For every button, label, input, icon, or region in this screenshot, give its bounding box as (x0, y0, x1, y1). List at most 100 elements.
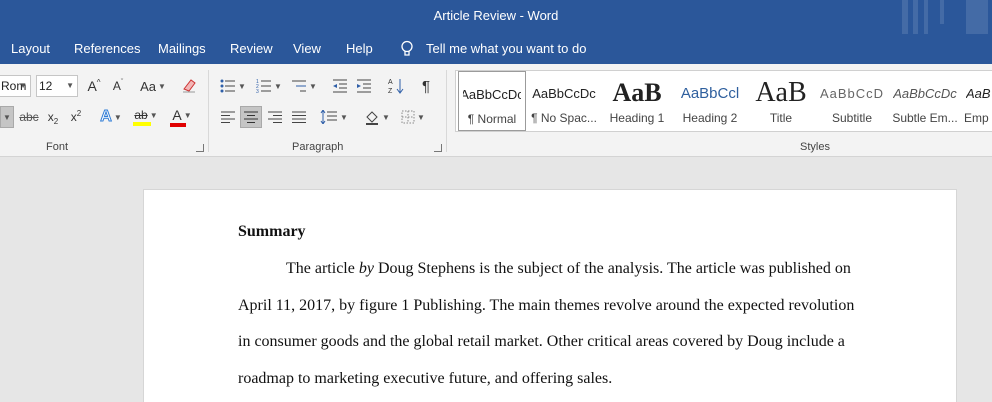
text-effects-icon: A (100, 108, 113, 126)
group-separator (208, 70, 209, 152)
paragraph-line-1: The article by Doug Stephens is the subj… (286, 260, 851, 278)
tab-view[interactable]: View (293, 41, 321, 56)
grow-font-icon: A (87, 78, 97, 94)
style-heading-1[interactable]: AaB Heading 1 (601, 71, 673, 131)
increase-indent-icon (357, 79, 371, 93)
style-name: Subtle Em... (892, 111, 958, 125)
style-preview: AaB (612, 78, 662, 107)
align-right-button[interactable] (265, 107, 285, 127)
align-center-icon (244, 111, 258, 123)
paragraph-line-4: roadmap to marketing executive future, a… (238, 370, 613, 387)
style-name: ¶ No Spac... (531, 111, 597, 125)
show-formatting-button[interactable]: ¶ (416, 76, 436, 96)
subscript-button[interactable]: x2 (44, 107, 62, 127)
justify-icon (292, 111, 306, 123)
style-subtle-emphasis[interactable]: AaBbCcDc Subtle Em... (889, 71, 961, 131)
lightbulb-icon (401, 40, 413, 56)
style-subtitle[interactable]: AaBbCcD Subtitle (816, 71, 888, 131)
paragraph-group-label: Paragraph (292, 141, 344, 153)
highlight-color-button[interactable]: ab ▼ (130, 106, 162, 128)
style-preview: AaBbCcl (680, 84, 740, 102)
title-bar-pattern (940, 0, 944, 24)
title-bar-pattern (902, 0, 908, 34)
superscript-button[interactable]: x2 (67, 107, 85, 127)
style-name: Heading 1 (609, 111, 665, 125)
font-name-combo[interactable]: Rom ▼ (0, 75, 31, 97)
align-center-button[interactable] (240, 106, 262, 128)
eraser-icon (183, 79, 196, 93)
borders-button[interactable]: ▼ (398, 107, 428, 127)
style-heading-2[interactable]: AaBbCcl Heading 2 (674, 71, 746, 131)
style-preview: AaB (755, 77, 807, 108)
line-spacing-button[interactable]: ▼ (318, 107, 350, 127)
style-preview: AaBbCcDc (893, 85, 957, 101)
grow-font-button[interactable]: A ^ (84, 76, 104, 96)
paint-bucket-icon (366, 111, 379, 125)
ribbon: Rom ▼ 12 ▼ A ^ Aˇ Aa ▼ ▼ abc x2 x2 A ▼ ab ▼ (0, 64, 992, 157)
shrink-font-button[interactable]: Aˇ (108, 76, 128, 96)
change-case-button[interactable]: Aa ▼ (138, 76, 168, 96)
shrink-font-icon: A (112, 79, 121, 93)
justify-button[interactable] (289, 107, 309, 127)
borders-icon (401, 110, 415, 124)
text-effects-button[interactable]: A ▼ (97, 107, 125, 127)
chevron-down-icon: ▼ (19, 81, 27, 90)
style-name: Heading 2 (682, 111, 738, 125)
sort-icon: AZ (388, 79, 404, 95)
title-bar: Article Review - Word (0, 0, 992, 34)
svg-text:3: 3 (256, 89, 259, 93)
increase-indent-button[interactable] (354, 76, 374, 96)
style-no-spacing[interactable]: AaBbCcDc ¶ No Spac... (528, 71, 600, 131)
ribbon-tabs: Layout References Mailings Review View H… (0, 34, 992, 64)
svg-text:A: A (388, 79, 393, 86)
style-title[interactable]: AaB Title (747, 71, 815, 131)
numbering-button[interactable]: 1 2 3 ▼ (254, 76, 284, 96)
line-spacing-icon (320, 110, 338, 124)
style-preview: AaBbCcDc (532, 85, 596, 101)
sort-button[interactable]: AZ (386, 75, 406, 97)
numbering-icon: 1 2 3 (256, 79, 272, 93)
style-name: ¶ Normal (467, 112, 517, 126)
styles-gallery: AaBbCcDc ¶ Normal AaBbCcDc ¶ No Spac... … (455, 70, 992, 132)
multilevel-list-button[interactable]: ▼ (289, 76, 319, 96)
style-normal[interactable]: AaBbCcDc ¶ Normal (458, 71, 526, 131)
style-name: Title (769, 111, 793, 125)
font-size-combo[interactable]: 12 ▼ (36, 75, 78, 97)
highlight-swatch (133, 122, 151, 126)
font-dialog-launcher[interactable] (196, 144, 204, 152)
style-name: Subtitle (831, 111, 873, 125)
tab-references[interactable]: References (74, 41, 140, 56)
tab-review[interactable]: Review (230, 41, 273, 56)
font-size-value: 12 (39, 79, 53, 93)
paragraph-italic-text: by (358, 260, 374, 277)
bullets-button[interactable]: ▼ (218, 76, 248, 96)
underline-dropdown[interactable]: ▼ (0, 106, 14, 128)
decrease-indent-button[interactable] (330, 76, 350, 96)
document-heading: Summary (238, 223, 306, 240)
strikethrough-button[interactable]: abc (18, 107, 40, 127)
style-preview: AaB (966, 85, 991, 101)
paragraph-dialog-launcher[interactable] (434, 144, 442, 152)
font-group-label: Font (46, 141, 69, 153)
highlighter-icon: ab (134, 108, 148, 122)
superscript-mark: 2 (76, 108, 82, 118)
style-preview: AaBbCcDc (463, 86, 521, 102)
tell-me-search[interactable]: Tell me what you want to do (426, 41, 586, 56)
style-emphasis[interactable]: AaB Emp (962, 71, 992, 131)
tab-help[interactable]: Help (346, 41, 373, 56)
align-left-icon (221, 111, 235, 123)
tab-layout[interactable]: Layout (11, 41, 50, 56)
window-title: Article Review - Word (433, 8, 559, 23)
style-preview: AaBbCcD (820, 85, 884, 101)
font-color-swatch (170, 123, 186, 127)
font-color-button[interactable]: A ▼ (167, 106, 197, 128)
shading-button[interactable]: ▼ (362, 107, 392, 127)
change-case-icon: Aa (140, 78, 156, 94)
paragraph-text: The article (286, 260, 359, 277)
svg-text:Z: Z (388, 88, 393, 95)
paragraph-line-2: April 11, 2017, by figure 1 Publishing. … (238, 297, 855, 314)
clear-formatting-button[interactable] (178, 74, 200, 96)
align-left-button[interactable] (218, 107, 238, 127)
tab-mailings[interactable]: Mailings (158, 41, 206, 56)
paragraph-text: Doug Stephens is the subject of the anal… (373, 260, 851, 277)
